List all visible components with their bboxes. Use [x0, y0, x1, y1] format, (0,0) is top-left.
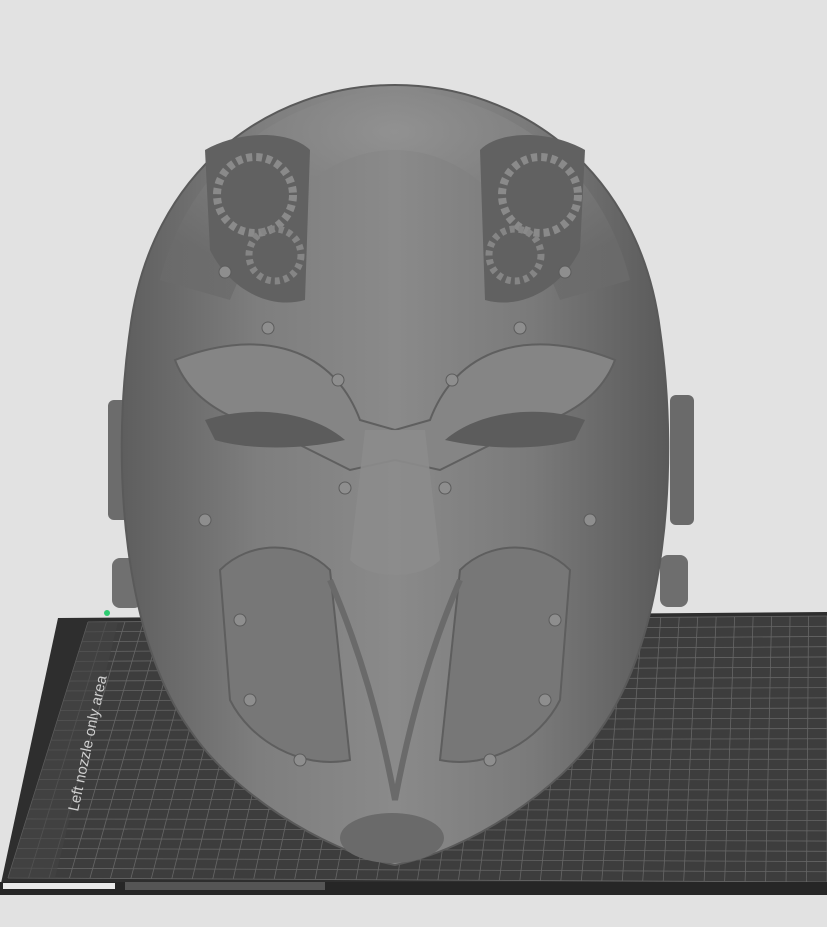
rivet [445, 373, 459, 387]
chin-cap [340, 813, 444, 863]
rivet [243, 693, 257, 707]
rivet [513, 321, 527, 335]
rivet [558, 265, 572, 279]
rivet [198, 513, 212, 527]
right-side-gear [670, 395, 694, 525]
build-plate-front-edge [0, 882, 827, 895]
plate-front-slot [125, 882, 325, 890]
rivet [483, 753, 497, 767]
origin-marker [104, 610, 110, 616]
rivet [438, 481, 452, 495]
rivet [233, 613, 247, 627]
rivet [338, 481, 352, 495]
rivet [538, 693, 552, 707]
rivet [331, 373, 345, 387]
rivet [261, 321, 275, 335]
nose-bridge [350, 430, 440, 575]
rivet [218, 265, 232, 279]
plate-front-strip [3, 883, 115, 889]
3d-viewport[interactable]: Left nozzle only area [0, 0, 827, 927]
rivet [548, 613, 562, 627]
rivet [293, 753, 307, 767]
rivet [583, 513, 597, 527]
right-side-bolt [660, 555, 688, 607]
